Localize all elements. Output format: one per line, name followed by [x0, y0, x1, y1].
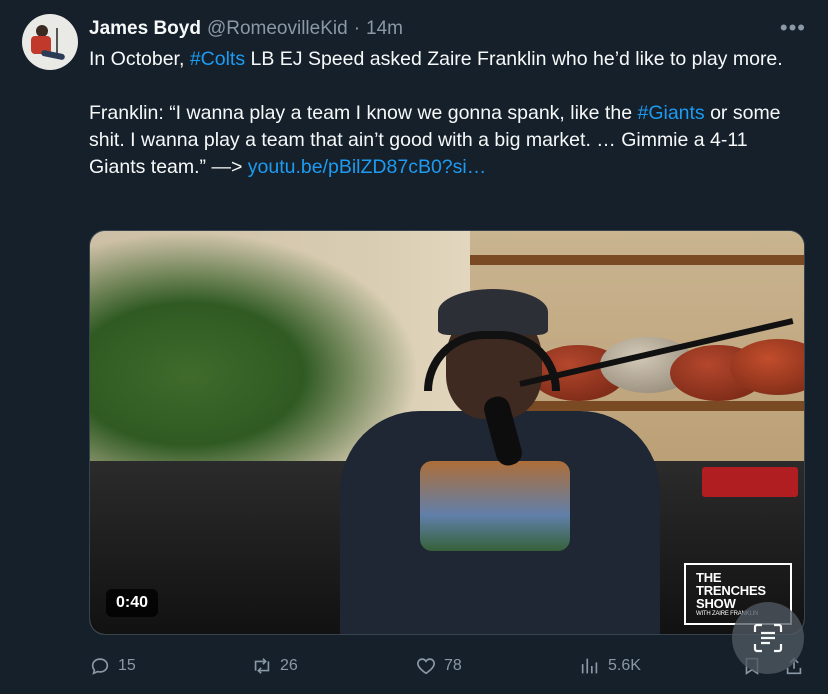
youtube-link[interactable]: youtu.be/pBilZD87cB0?si…: [248, 156, 486, 178]
tweet-actions: 15 26 78 5.6K: [89, 652, 809, 680]
retweet-count: 26: [280, 657, 298, 674]
tweet-header: James Boyd @RomeovilleKid · 14m: [89, 18, 403, 44]
like-button[interactable]: 78: [415, 652, 462, 680]
tweet[interactable]: James Boyd @RomeovilleKid · 14m ••• In O…: [0, 0, 828, 694]
text-segment: In October,: [89, 48, 190, 70]
video-player[interactable]: 0:40 THE TRENCHES SHOW WITH ZAIRE FRANKL…: [89, 230, 805, 635]
heart-icon: [417, 658, 435, 675]
person-cap: [438, 289, 548, 335]
text-segment: LB EJ Speed asked Zaire Franklin who he’…: [245, 48, 783, 70]
retweet-icon: [254, 658, 270, 674]
text-recognition-button[interactable]: [732, 602, 804, 674]
author-handle[interactable]: @RomeovilleKid: [207, 18, 348, 40]
hashtag-colts-link[interactable]: #Colts: [190, 48, 245, 70]
reply-icon: [91, 658, 109, 675]
reply-button[interactable]: 15: [89, 652, 136, 680]
tweet-text: In October, #Colts LB EJ Speed asked Zai…: [89, 46, 809, 181]
audio-interface: [702, 467, 798, 497]
header-separator: ·: [353, 18, 361, 39]
retweet-button[interactable]: 26: [251, 652, 298, 680]
more-options-icon[interactable]: •••: [780, 17, 806, 39]
avatar[interactable]: [22, 14, 78, 70]
tweet-timestamp[interactable]: 14m: [366, 18, 403, 40]
shirt-graphic: [420, 461, 570, 551]
tweet-paragraph-2: Franklin: “I wanna play a team I know we…: [89, 100, 809, 181]
shelf-plank: [470, 255, 804, 265]
text-recognition-icon: [753, 623, 783, 653]
author-name[interactable]: James Boyd: [89, 18, 201, 40]
views-count: 5.6K: [608, 657, 641, 674]
text-segment: Franklin: “I wanna play a team I know we…: [89, 102, 638, 124]
hashtag-giants-link[interactable]: #Giants: [637, 102, 704, 124]
reply-count: 15: [118, 657, 136, 674]
avatar-figure-leg: [40, 49, 66, 61]
video-duration-badge: 0:40: [106, 589, 159, 617]
like-count: 78: [444, 657, 462, 674]
tweet-paragraph-1: In October, #Colts LB EJ Speed asked Zai…: [89, 46, 809, 73]
views-button[interactable]: 5.6K: [579, 652, 641, 680]
views-icon: [581, 658, 598, 674]
